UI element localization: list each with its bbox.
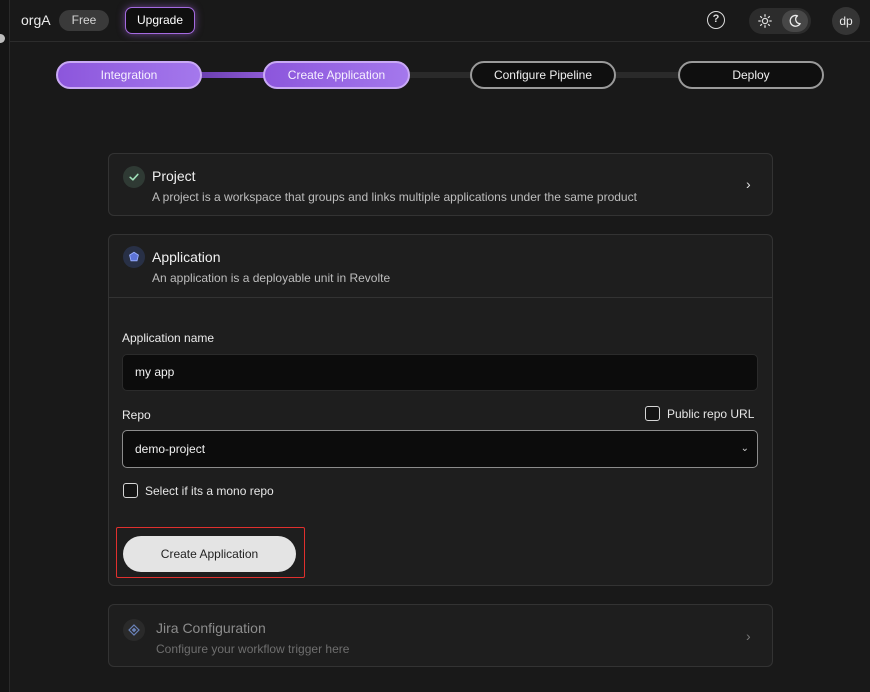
project-card-description: A project is a workspace that groups and…: [152, 190, 637, 204]
mono-repo-label[interactable]: Select if its a mono repo: [145, 484, 274, 498]
application-name-label: Application name: [122, 331, 215, 345]
repo-select-value: demo-project: [135, 442, 206, 456]
jira-card-description: Configure your workflow trigger here: [156, 642, 350, 656]
sidebar-handle[interactable]: [0, 34, 5, 43]
step-connector-1: [200, 72, 266, 78]
plan-badge: Free: [59, 10, 109, 31]
application-card-title: Application: [152, 249, 221, 265]
jira-icon: [123, 619, 145, 641]
jira-card-title: Jira Configuration: [156, 620, 266, 636]
application-name-input[interactable]: my app: [122, 354, 758, 391]
user-avatar[interactable]: dp: [832, 7, 860, 35]
help-icon[interactable]: ?: [707, 11, 725, 29]
project-card[interactable]: Project A project is a workspace that gr…: [108, 153, 773, 216]
step-connector-3: [614, 72, 680, 78]
hexagon-icon: [123, 246, 145, 268]
chevron-right-icon[interactable]: ›: [746, 628, 751, 644]
step-integration[interactable]: Integration: [56, 61, 202, 89]
left-sidebar-edge: [0, 0, 10, 692]
project-card-title: Project: [152, 168, 196, 184]
step-create-application[interactable]: Create Application: [263, 61, 410, 89]
app-page: orgA Free Upgrade ? dp Integration Creat…: [0, 0, 870, 692]
sun-icon: [758, 14, 772, 28]
upgrade-button[interactable]: Upgrade: [125, 7, 195, 34]
jira-configuration-card[interactable]: Jira Configuration Configure your workfl…: [108, 604, 773, 667]
public-repo-label[interactable]: Public repo URL: [667, 407, 754, 421]
create-application-button[interactable]: Create Application: [123, 536, 296, 572]
org-name[interactable]: orgA: [21, 12, 51, 28]
application-card-description: An application is a deployable unit in R…: [152, 271, 391, 285]
check-circle-icon: [123, 166, 145, 188]
light-mode-button[interactable]: [752, 10, 778, 32]
mono-repo-checkbox[interactable]: [123, 483, 138, 498]
chevron-down-icon: ⌄: [740, 443, 749, 454]
chevron-right-icon[interactable]: ›: [746, 176, 751, 192]
card-divider: [109, 297, 772, 298]
repo-label: Repo: [122, 408, 151, 422]
repo-select[interactable]: demo-project ⌄: [122, 430, 758, 468]
step-configure-pipeline[interactable]: Configure Pipeline: [470, 61, 616, 89]
public-repo-checkbox[interactable]: [645, 406, 660, 421]
application-card: Application An application is a deployab…: [108, 234, 773, 586]
theme-toggle[interactable]: [749, 8, 811, 34]
top-bar: orgA Free Upgrade ? dp: [10, 0, 870, 42]
step-connector-2: [408, 72, 472, 78]
moon-icon: [789, 14, 801, 27]
dark-mode-button[interactable]: [782, 10, 808, 32]
step-deploy[interactable]: Deploy: [678, 61, 824, 89]
